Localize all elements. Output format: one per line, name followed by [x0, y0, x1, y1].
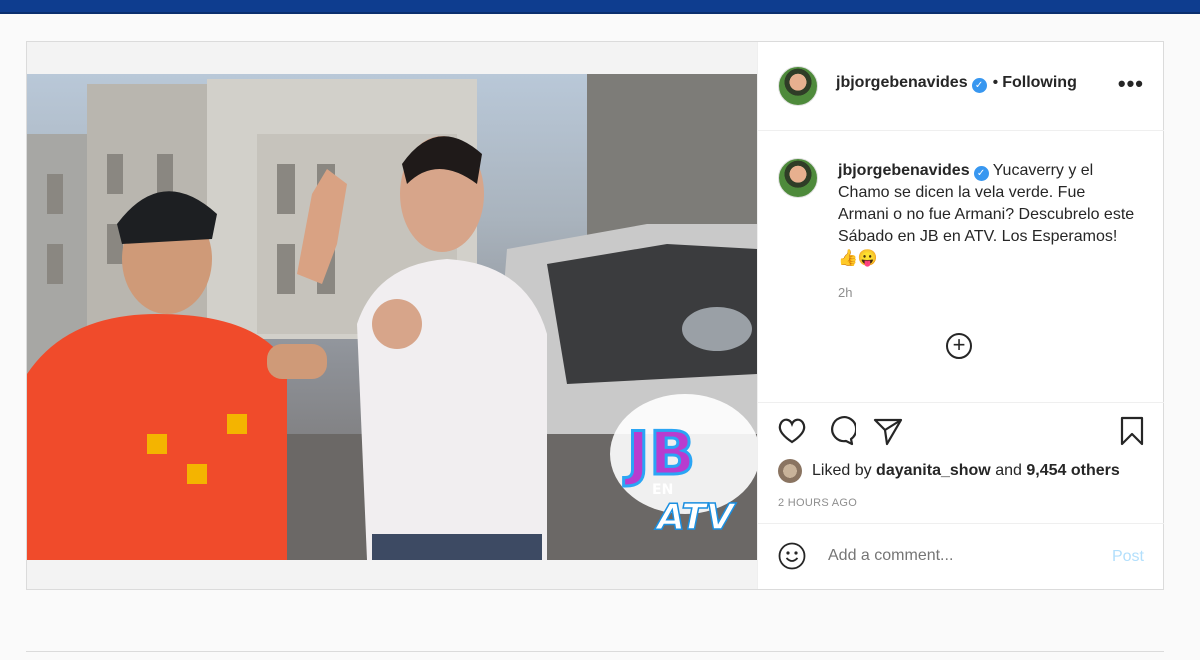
- author-username[interactable]: jbjorgebenavides: [836, 74, 968, 91]
- author-avatar[interactable]: [778, 66, 818, 106]
- following-button[interactable]: Following: [1002, 74, 1077, 91]
- save-bookmark-icon[interactable]: [1116, 415, 1148, 447]
- more-options-icon[interactable]: •••: [1118, 73, 1144, 95]
- post-header: jbjorgebenavides ✓ • Following •••: [758, 42, 1164, 131]
- post-timestamp[interactable]: 2 HOURS AGO: [778, 497, 857, 509]
- comment-input[interactable]: [826, 546, 1070, 566]
- post-sidebar: jbjorgebenavides ✓ • Following ••• jbjorgeb…: [757, 42, 1164, 589]
- divider: [26, 651, 1164, 652]
- browser-top-bar: [0, 0, 1200, 14]
- share-send-icon[interactable]: [872, 415, 904, 447]
- verified-badge-icon: ✓: [971, 78, 987, 93]
- liked-by-and: and: [995, 462, 1022, 479]
- caption-author-avatar[interactable]: [778, 158, 818, 198]
- post-actions: Liked by dayanita_show and 9,454 others …: [758, 403, 1164, 524]
- caption-username[interactable]: jbjorgebenavides: [838, 162, 970, 179]
- post-media[interactable]: JB EN ATV: [27, 42, 757, 589]
- emoji-picker-icon[interactable]: [778, 542, 806, 570]
- caption-time[interactable]: 2h: [838, 285, 852, 300]
- caption: jbjorgebenavides ✓ Yucaverry y el Chamo s…: [838, 160, 1138, 270]
- liked-by-others[interactable]: 9,454 others: [1026, 462, 1119, 479]
- logo-en-text: EN: [652, 482, 673, 498]
- comment-icon[interactable]: [824, 415, 856, 447]
- separator-dot: •: [992, 74, 999, 91]
- liked-by-user[interactable]: dayanita_show: [876, 462, 991, 479]
- like-heart-icon[interactable]: [776, 415, 808, 447]
- logo-jb-text: JB: [623, 419, 695, 489]
- post-card: JB EN ATV jbjorgebenavides ✓ • Following ••…: [26, 41, 1164, 590]
- caption-verified-badge-icon: ✓: [973, 166, 989, 181]
- comment-box: Post: [758, 524, 1164, 589]
- photo-illustration: JB EN ATV: [27, 74, 757, 560]
- header-title-row: jbjorgebenavides ✓ • Following: [836, 74, 1077, 93]
- liker-avatar[interactable]: [778, 459, 802, 483]
- caption-section: jbjorgebenavides ✓ Yucaverry y el Chamo s…: [758, 130, 1164, 403]
- liked-by-label: Liked by: [812, 462, 872, 479]
- post-comment-button[interactable]: Post: [1112, 548, 1144, 566]
- load-more-comments-icon[interactable]: +: [946, 333, 972, 359]
- likes-text: Liked by dayanita_show and 9,454 others: [812, 462, 1120, 480]
- post-photo[interactable]: JB EN ATV: [27, 74, 757, 560]
- logo-atv-text: ATV: [654, 497, 737, 538]
